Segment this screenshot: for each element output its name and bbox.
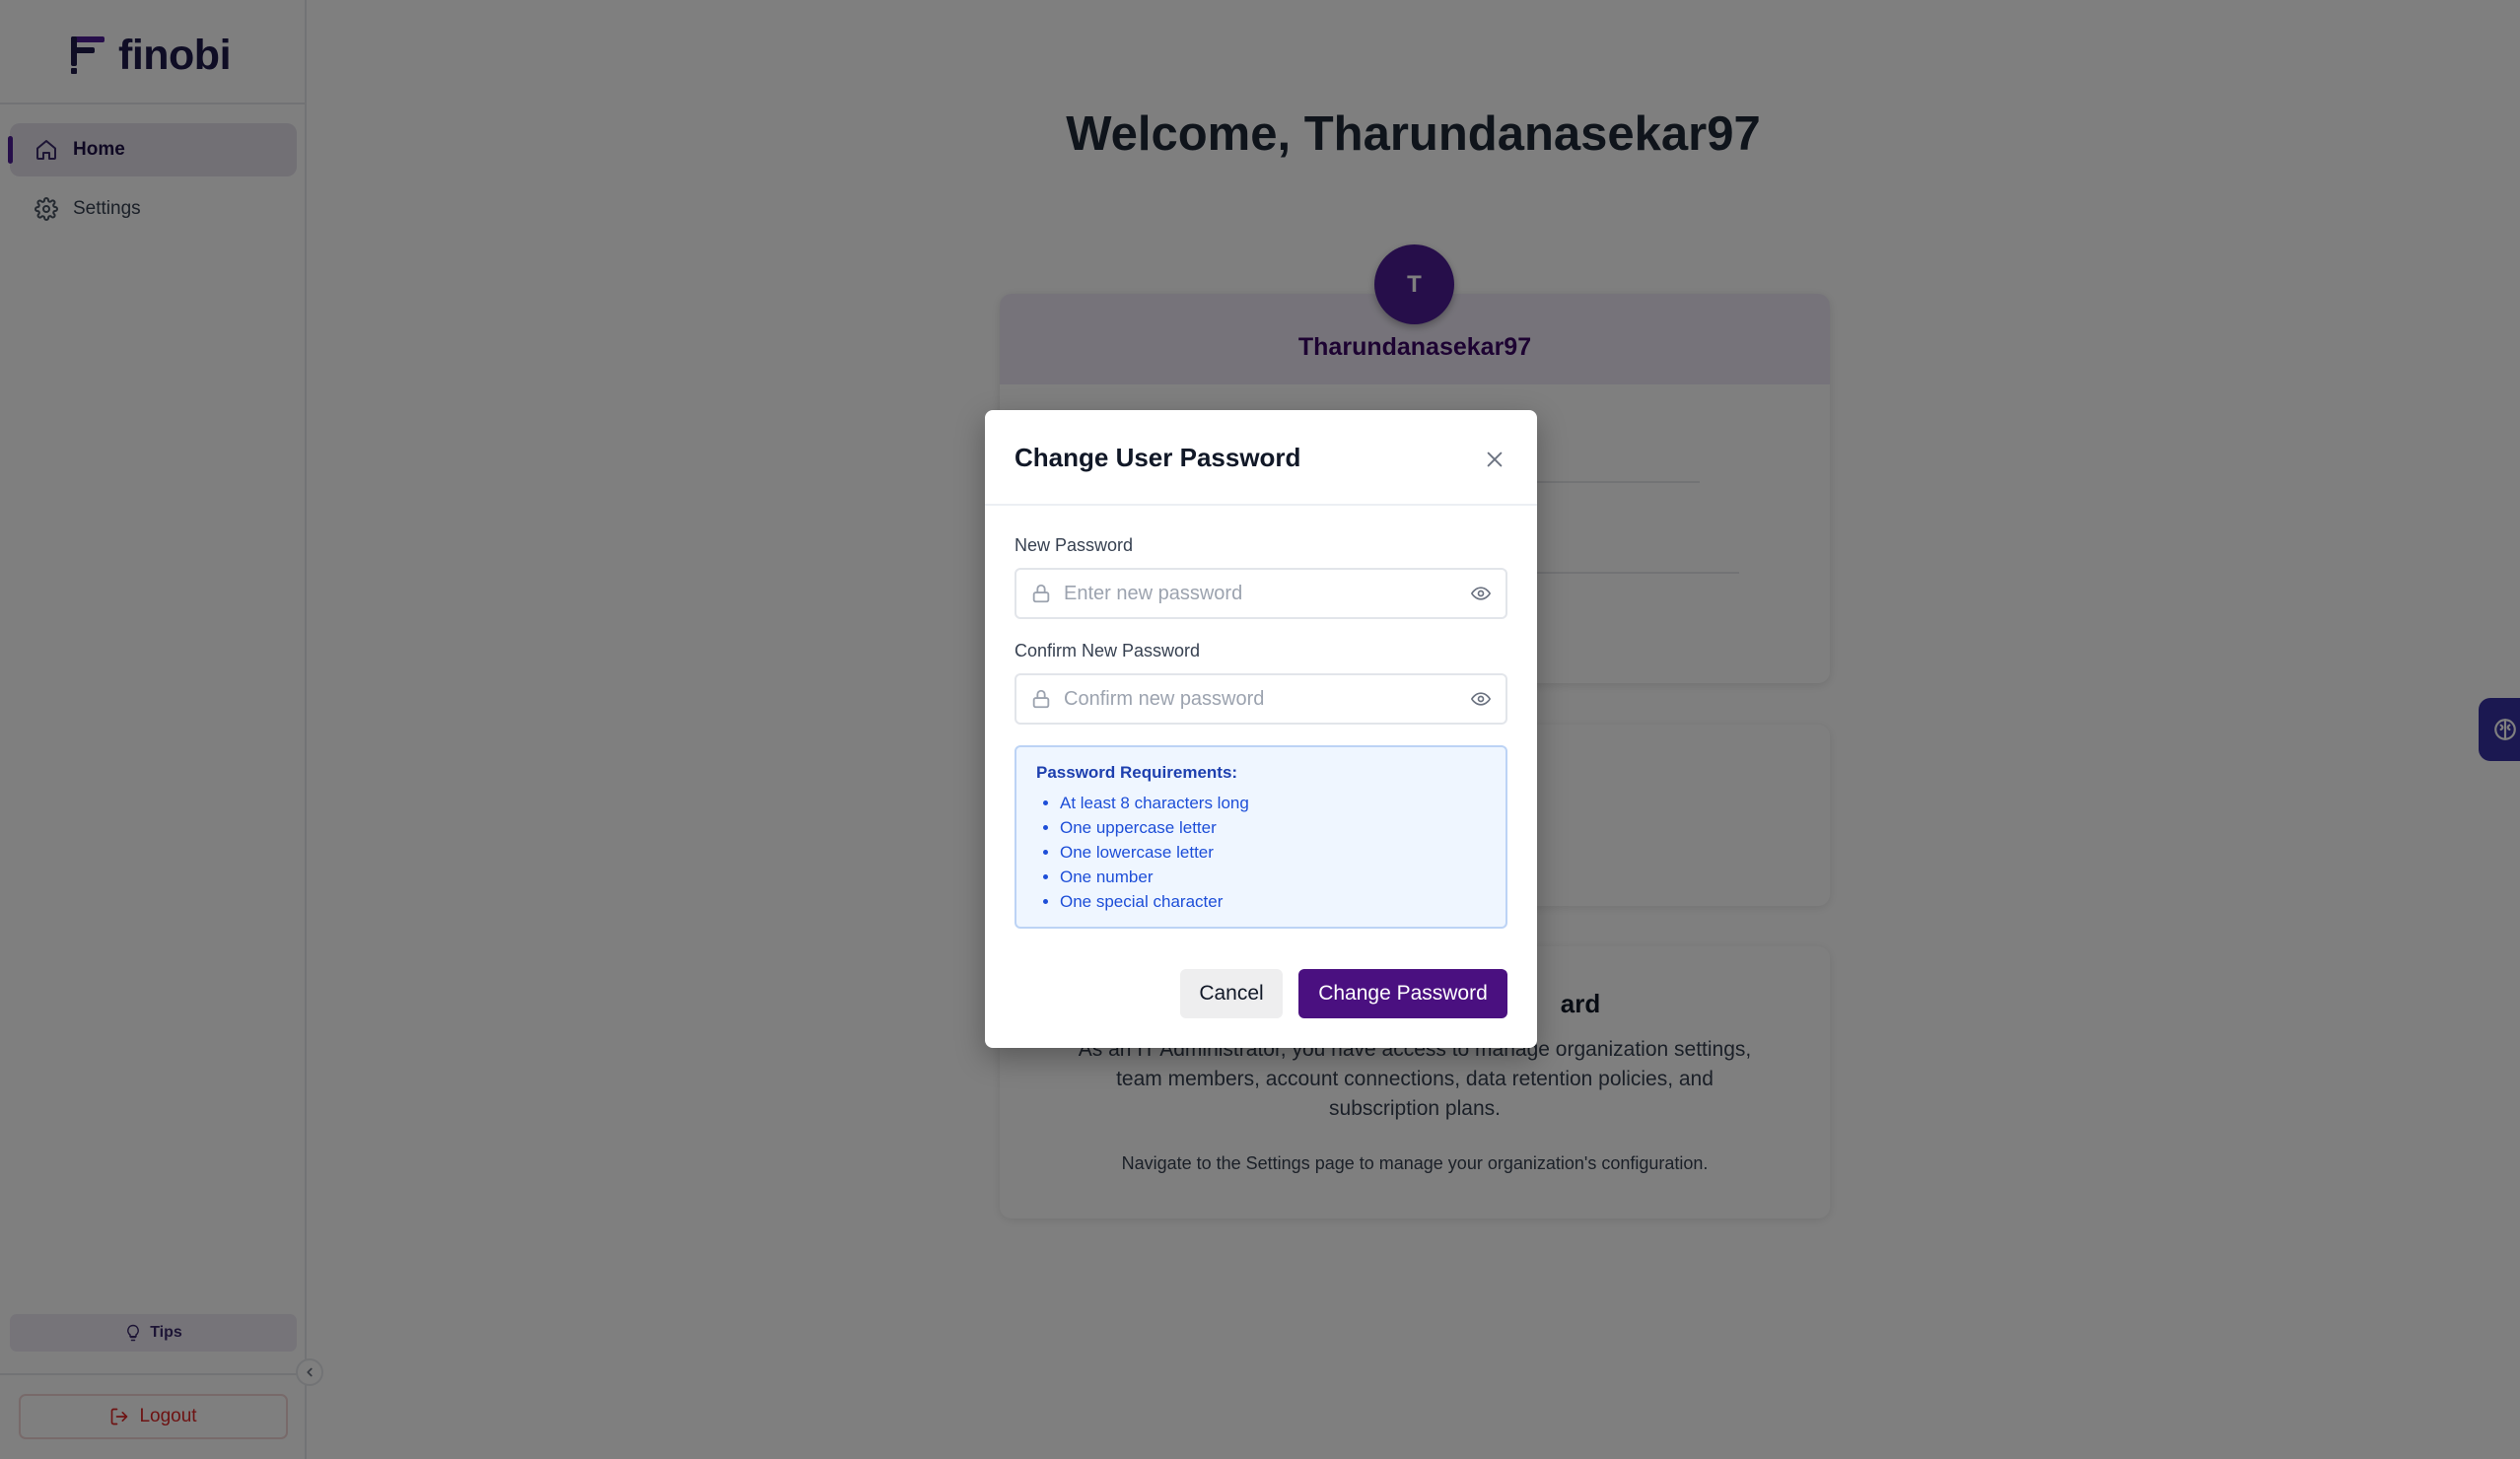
eye-icon[interactable]: [1470, 584, 1492, 603]
dialog-title: Change User Password: [1015, 443, 1301, 472]
password-requirements: Password Requirements: At least 8 charac…: [1015, 745, 1507, 929]
new-password-field: [1015, 568, 1507, 619]
new-password-label: New Password: [1015, 535, 1134, 555]
divider: [985, 504, 1537, 506]
eye-icon[interactable]: [1470, 689, 1492, 709]
cancel-button[interactable]: Cancel: [1180, 969, 1283, 1018]
new-password-input[interactable]: [1064, 578, 1458, 609]
requirements-title: Password Requirements:: [1036, 763, 1238, 782]
lock-icon: [1030, 688, 1052, 710]
list-item: One lowercase letter: [1060, 840, 1249, 865]
change-password-button[interactable]: Change Password: [1298, 969, 1507, 1018]
lock-icon: [1030, 583, 1052, 604]
close-button[interactable]: [1480, 445, 1509, 474]
confirm-password-label: Confirm New Password: [1015, 641, 1201, 660]
change-password-dialog: Change User Password New Password Confir…: [985, 410, 1537, 1048]
list-item: One number: [1060, 865, 1249, 889]
confirm-password-field: [1015, 673, 1507, 725]
list-item: One special character: [1060, 889, 1249, 914]
list-item: One uppercase letter: [1060, 815, 1249, 840]
close-icon: [1487, 452, 1503, 467]
requirements-list: At least 8 characters long One uppercase…: [1036, 791, 1249, 914]
confirm-password-input[interactable]: [1064, 683, 1458, 715]
list-item: At least 8 characters long: [1060, 791, 1249, 815]
